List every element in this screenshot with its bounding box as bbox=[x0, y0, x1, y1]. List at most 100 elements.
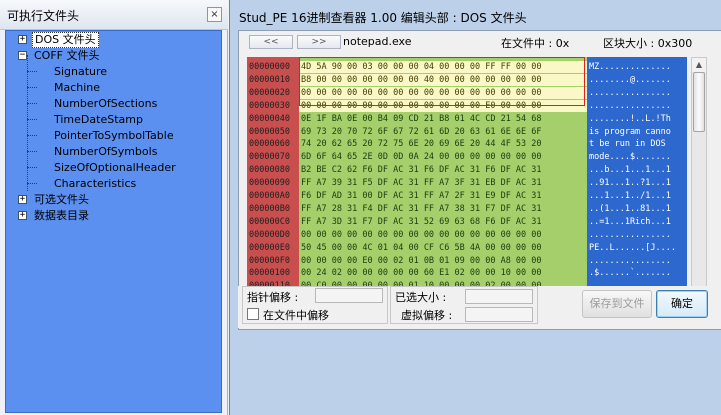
tree-item-label[interactable]: 数据表目录 bbox=[32, 208, 91, 224]
hex-address: 00000020 bbox=[249, 87, 290, 98]
tree-item-label[interactable]: NumberOfSections bbox=[52, 96, 159, 112]
tree-item-label[interactable]: Characteristics bbox=[52, 176, 138, 192]
tree-connector bbox=[27, 71, 37, 72]
hex-row[interactable]: 6D 6F 64 65 2E 0D 0D 0A 24 00 00 00 00 0… bbox=[299, 151, 587, 163]
address-column: 00000000 00000010 00000020 00000030 00000040… bbox=[247, 57, 299, 302]
expand-plus-icon[interactable]: + bbox=[18, 211, 27, 220]
hex-row[interactable]: B2 BE C2 62 F6 DF AC 31 F6 DF AC 31 F6 D… bbox=[299, 164, 587, 176]
ascii-row[interactable]: .$......`....... bbox=[589, 267, 671, 279]
hex-viewer-window: Stud_PE 16进制查看器 1.00 编辑头部 : DOS 文件头 << >… bbox=[229, 0, 721, 415]
hex-row[interactable]: 50 45 00 00 4C 01 04 00 CF C6 5B 4A 00 0… bbox=[299, 242, 587, 254]
close-icon[interactable]: × bbox=[207, 7, 222, 22]
tree-item-label[interactable]: Signature bbox=[52, 64, 109, 80]
hex-row[interactable]: 74 20 62 65 20 72 75 6E 20 69 6E 20 44 4… bbox=[299, 138, 587, 150]
ascii-row[interactable]: ..(1...1..81...1 bbox=[589, 203, 671, 215]
hex-address: 000000F0 bbox=[249, 255, 290, 266]
in-file-offset-checkbox[interactable] bbox=[247, 308, 259, 320]
file-offset-label: 在文件中 : 0x bbox=[501, 37, 570, 50]
hex-row[interactable]: FF A7 3D 31 F7 DF AC 31 52 69 63 68 F6 D… bbox=[299, 216, 587, 228]
virtual-offset-field[interactable] bbox=[465, 307, 533, 322]
next-block-button[interactable]: >> bbox=[297, 35, 341, 49]
ascii-row[interactable]: ................ bbox=[589, 87, 671, 99]
hex-address: 00000060 bbox=[249, 139, 290, 150]
hex-address: 000000C0 bbox=[249, 216, 290, 227]
tree-item-label[interactable]: COFF 文件头 bbox=[32, 48, 102, 64]
hex-row[interactable]: 00 00 00 00 E0 00 02 01 0B 01 09 00 00 A… bbox=[299, 255, 587, 267]
tree-connector bbox=[27, 151, 37, 152]
vertical-scrollbar[interactable]: ▲ ▼ bbox=[691, 57, 707, 302]
ascii-row[interactable]: PE..L......[J.... bbox=[589, 242, 676, 254]
ascii-column[interactable]: MZ.............. ........@...............… bbox=[587, 57, 687, 302]
tree-item-label[interactable]: SizeOfOptionalHeader bbox=[52, 160, 178, 176]
ascii-row[interactable]: ........@....... bbox=[589, 74, 671, 86]
hex-row[interactable]: 0E 1F BA 0E 00 B4 09 CD 21 B8 01 4C CD 2… bbox=[299, 113, 587, 125]
panel-title: 可执行文件头 bbox=[7, 9, 80, 23]
tree-connector bbox=[27, 119, 37, 120]
ascii-row[interactable]: ................ bbox=[589, 100, 671, 112]
hex-row[interactable]: 69 73 20 70 72 6F 67 72 61 6D 20 63 61 6… bbox=[299, 126, 587, 138]
tree-connector bbox=[27, 55, 28, 191]
scroll-up-arrow-icon[interactable]: ▲ bbox=[692, 58, 706, 72]
hex-address: 000000A0 bbox=[249, 191, 290, 201]
prev-block-button[interactable]: << bbox=[249, 35, 293, 49]
scroll-thumb[interactable] bbox=[693, 72, 705, 132]
expand-plus-icon[interactable]: + bbox=[18, 195, 27, 204]
tree-connector bbox=[27, 103, 37, 104]
file-name: notepad.exe bbox=[343, 35, 412, 48]
tree-item-label[interactable]: TimeDateStamp bbox=[52, 112, 145, 128]
ascii-row[interactable]: is program canno bbox=[589, 126, 671, 138]
in-file-offset-label: 在文件中偏移 bbox=[263, 309, 329, 322]
tree-item-label[interactable]: NumberOfSymbols bbox=[52, 144, 159, 160]
hex-row[interactable]: 00 24 02 00 00 00 00 00 60 E1 02 00 00 1… bbox=[299, 267, 587, 279]
pointer-offset-label: 指针偏移 : bbox=[247, 291, 299, 304]
ascii-row[interactable]: MZ.............. bbox=[589, 61, 671, 73]
window-title: Stud_PE 16进制查看器 1.00 编辑头部 : DOS 文件头 bbox=[239, 11, 527, 25]
header-tree: + DOS 文件头 − COFF 文件头 Signature Machine N… bbox=[5, 30, 222, 413]
pointer-offset-group: 指针偏移 : 在文件中偏移 bbox=[242, 286, 388, 324]
hex-address: 000000B0 bbox=[249, 203, 290, 214]
tree-item-label[interactable]: DOS 文件头 bbox=[32, 32, 99, 48]
virtual-offset-label: 虚拟偏移 : bbox=[401, 309, 453, 322]
expand-plus-icon[interactable]: + bbox=[18, 35, 27, 44]
selected-size-field[interactable] bbox=[465, 289, 533, 304]
ascii-row[interactable]: ..=1...1Rich...1 bbox=[589, 216, 671, 228]
block-size-label: 区块大小 : 0x300 bbox=[603, 37, 693, 50]
save-to-file-button[interactable]: 保存到文件 bbox=[582, 290, 652, 318]
collapse-minus-icon[interactable]: − bbox=[18, 51, 27, 60]
tree-item-label[interactable]: PointerToSymbolTable bbox=[52, 128, 176, 144]
hex-address: 00000090 bbox=[249, 178, 290, 189]
ascii-row[interactable]: mode....$....... bbox=[589, 151, 671, 163]
tree-connector bbox=[27, 135, 37, 136]
tree-connector bbox=[27, 167, 37, 168]
selected-size-label: 已选大小 : bbox=[395, 291, 447, 304]
hex-row[interactable]: 00 00 00 00 00 00 00 00 00 00 00 00 00 0… bbox=[299, 229, 587, 241]
hex-address: 00000050 bbox=[249, 126, 290, 137]
hex-address: 00000010 bbox=[249, 74, 290, 85]
hex-address: 000000D0 bbox=[249, 229, 290, 240]
hex-row[interactable]: F6 DF AD 31 00 DF AC 31 FF A7 2F 31 E9 D… bbox=[299, 190, 587, 202]
selection-info-group: 已选大小 : 虚拟偏移 : bbox=[390, 286, 538, 324]
hex-address: 00000030 bbox=[249, 100, 290, 111]
hex-row[interactable]: FF A7 28 31 F4 DF AC 31 FF A7 38 31 F7 D… bbox=[299, 203, 587, 215]
ascii-row[interactable]: ...1...1../1...1 bbox=[589, 190, 671, 202]
hex-address: 000000E0 bbox=[249, 242, 290, 253]
dos-header-selection-box bbox=[299, 57, 585, 106]
ascii-row[interactable]: ...b...1...1...1 bbox=[589, 164, 671, 176]
tree-item-label[interactable]: 可选文件头 bbox=[32, 192, 91, 208]
hex-address: 00000080 bbox=[249, 165, 290, 176]
tree-item-label[interactable]: Machine bbox=[52, 80, 102, 96]
hex-row[interactable]: FF A7 39 31 F5 DF AC 31 FF A7 3F 31 EB D… bbox=[299, 177, 587, 189]
hex-viewer-client: << >> notepad.exe 在文件中 : 0x 区块大小 : 0x300… bbox=[238, 30, 721, 330]
hex-address: 00000040 bbox=[249, 113, 290, 124]
ok-button[interactable]: 确定 bbox=[656, 290, 708, 318]
pointer-offset-field[interactable] bbox=[315, 288, 383, 303]
ascii-row[interactable]: ........!..L.!Th bbox=[589, 113, 671, 125]
hex-dump-area[interactable]: 00000000 00000010 00000020 00000030 00000040… bbox=[247, 57, 687, 302]
tree-connector bbox=[27, 87, 37, 88]
hex-address: 00000000 bbox=[249, 62, 290, 72]
ascii-row[interactable]: ..91...1..?1...1 bbox=[589, 177, 671, 189]
hex-address: 00000100 bbox=[249, 268, 290, 279]
ascii-row[interactable]: t be run in DOS bbox=[589, 138, 671, 150]
ascii-row[interactable]: ................ bbox=[589, 255, 671, 267]
ascii-row[interactable]: ................ bbox=[589, 229, 671, 241]
